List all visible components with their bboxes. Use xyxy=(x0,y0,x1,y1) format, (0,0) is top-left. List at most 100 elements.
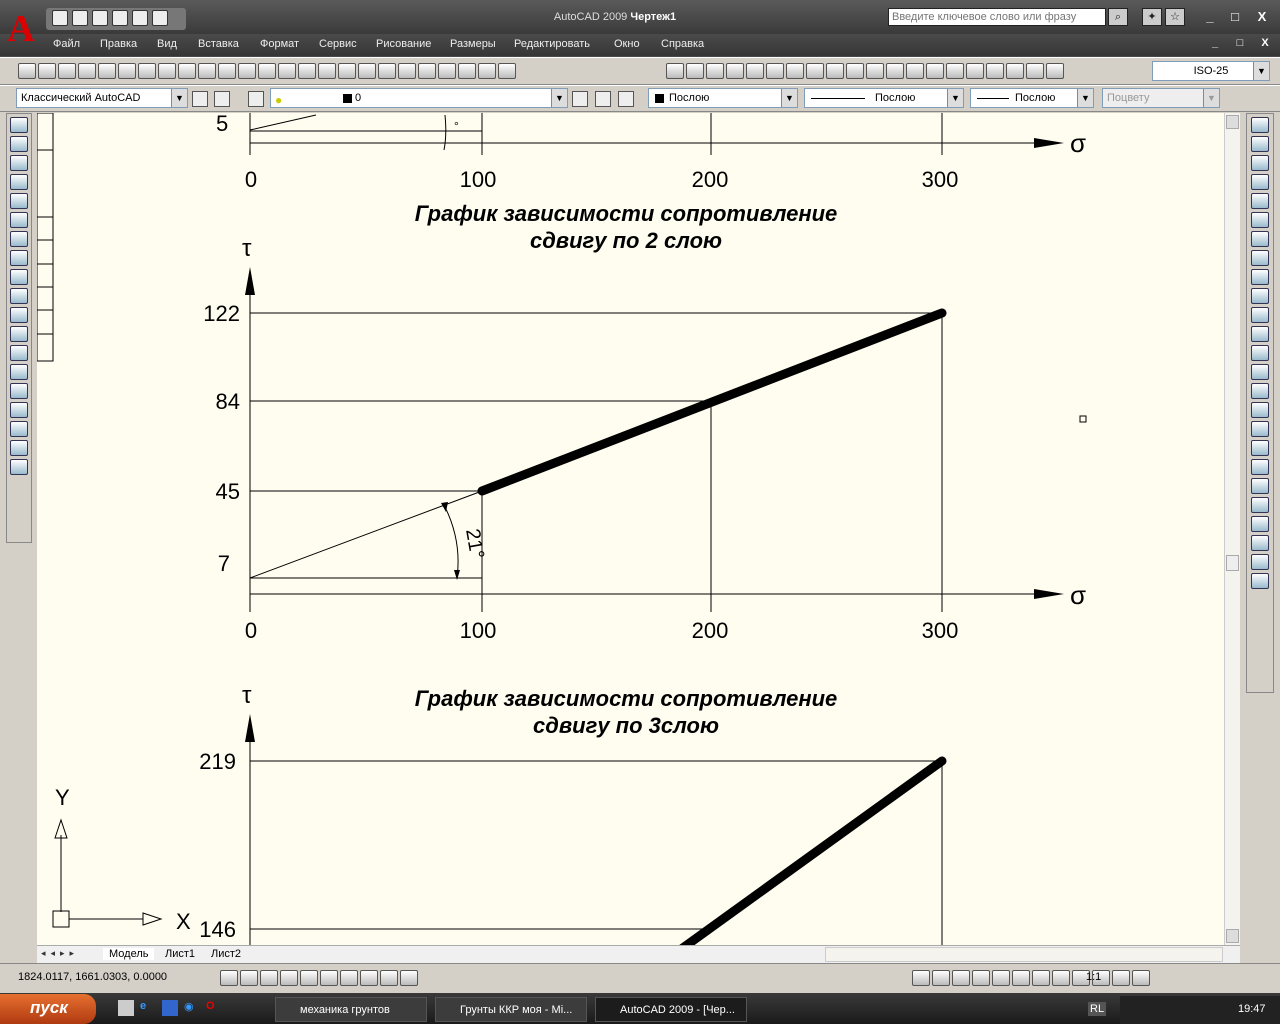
dim-break-icon[interactable] xyxy=(906,63,924,79)
draworder-front-icon[interactable] xyxy=(1251,440,1269,456)
model-icon[interactable] xyxy=(912,970,930,986)
pan-icon[interactable] xyxy=(952,970,970,986)
jogged-linear-icon[interactable] xyxy=(986,63,1004,79)
erase-icon[interactable] xyxy=(1251,117,1269,133)
otrack-icon[interactable] xyxy=(320,970,338,986)
paste-icon[interactable] xyxy=(198,63,216,79)
copy-object-icon[interactable] xyxy=(1251,136,1269,152)
task-autocad[interactable]: AutoCAD 2009 - [Чер... xyxy=(595,997,747,1022)
spline-icon[interactable] xyxy=(10,269,28,285)
menu-2[interactable]: Вид xyxy=(157,38,177,50)
explode-icon[interactable] xyxy=(1251,421,1269,437)
open-icon[interactable] xyxy=(38,63,56,79)
multileader-style-icon[interactable] xyxy=(1251,573,1269,589)
zoom-previous-icon[interactable] xyxy=(358,63,376,79)
cut-icon[interactable] xyxy=(158,63,176,79)
showmotion-icon[interactable] xyxy=(1012,970,1030,986)
layer-properties-icon[interactable] xyxy=(248,91,264,107)
plot-icon[interactable] xyxy=(118,63,136,79)
inspect-icon[interactable] xyxy=(966,63,984,79)
menu-3[interactable]: Вставка xyxy=(198,38,239,50)
dim-continue-icon[interactable] xyxy=(866,63,884,79)
calc-icon[interactable] xyxy=(478,63,496,79)
dimstyle-select[interactable]: ISO-25 ▼ xyxy=(1152,61,1270,81)
tolerance-icon[interactable] xyxy=(926,63,944,79)
tab-layout1[interactable]: Лист1 xyxy=(161,948,199,960)
annotation-scale[interactable]: 1:1 xyxy=(1086,971,1101,983)
tool-palettes-icon[interactable] xyxy=(418,63,436,79)
language-indicator[interactable]: RL xyxy=(1088,1002,1107,1016)
menu-10[interactable]: Справка xyxy=(661,38,704,50)
help-icon[interactable] xyxy=(498,63,516,79)
dim-update-icon[interactable] xyxy=(1046,63,1064,79)
polygon-icon[interactable] xyxy=(10,174,28,190)
join-icon[interactable] xyxy=(1251,364,1269,380)
dim-baseline-icon[interactable] xyxy=(846,63,864,79)
dim-style-icon[interactable] xyxy=(1251,535,1269,551)
point-icon[interactable] xyxy=(10,364,28,380)
gradient-icon[interactable] xyxy=(10,402,28,418)
menu-0[interactable]: Файл xyxy=(53,38,80,50)
make-block-icon[interactable] xyxy=(10,345,28,361)
search-icon[interactable]: ⌕ xyxy=(1108,8,1128,26)
dim-ordinate-icon[interactable] xyxy=(726,63,744,79)
offset-icon[interactable] xyxy=(1251,174,1269,190)
design-center-icon[interactable] xyxy=(398,63,416,79)
layer-select[interactable]: 0 ▼ ● xyxy=(270,88,568,108)
tab-model[interactable]: Модель xyxy=(103,948,155,960)
tab-layout2[interactable]: Лист2 xyxy=(207,948,245,960)
construction-line-icon[interactable] xyxy=(10,136,28,152)
menu-5[interactable]: Сервис xyxy=(319,38,357,50)
extend-icon[interactable] xyxy=(1251,307,1269,323)
annotation-scale-icon[interactable] xyxy=(1032,970,1050,986)
scroll-thumb[interactable] xyxy=(1226,555,1239,571)
scroll-down-button[interactable] xyxy=(1226,929,1239,943)
minimize-button[interactable]: _ xyxy=(1200,9,1220,24)
search-input[interactable] xyxy=(888,8,1106,26)
layout-icon[interactable] xyxy=(932,970,950,986)
table-icon[interactable] xyxy=(10,440,28,456)
table-style-icon[interactable] xyxy=(1251,554,1269,570)
markup-icon[interactable] xyxy=(458,63,476,79)
rectangle-icon[interactable] xyxy=(10,193,28,209)
doc-close-button[interactable]: X xyxy=(1255,37,1275,49)
steering-wheel-icon[interactable] xyxy=(992,970,1010,986)
ellipse-icon[interactable] xyxy=(10,288,28,304)
rotate-icon[interactable] xyxy=(1251,231,1269,247)
dim-text-edit-icon[interactable] xyxy=(1026,63,1044,79)
doc-minimize-button[interactable]: _ xyxy=(1205,37,1225,49)
dyn-icon[interactable] xyxy=(360,970,378,986)
array-icon[interactable] xyxy=(1251,193,1269,209)
zoom-window-icon[interactable] xyxy=(338,63,356,79)
line-icon[interactable] xyxy=(10,117,28,133)
task-word-document[interactable]: Грунты ККР моя - Mi... xyxy=(435,997,587,1022)
save-icon[interactable] xyxy=(58,63,76,79)
start-button[interactable]: пуск xyxy=(0,994,96,1024)
drawing-canvas[interactable]: 5 ° σ 0 100 200 300 График зависимости с… xyxy=(37,113,1240,945)
polyline-icon[interactable] xyxy=(10,155,28,171)
osnap-icon[interactable] xyxy=(300,970,318,986)
linetype-select[interactable]: Послою ▼ xyxy=(804,88,964,108)
mirror-icon[interactable] xyxy=(1251,155,1269,171)
scroll-up-button[interactable] xyxy=(1226,115,1239,129)
pan-icon[interactable] xyxy=(298,63,316,79)
maximize-button[interactable]: □ xyxy=(1225,9,1245,24)
properties-icon[interactable] xyxy=(378,63,396,79)
horizontal-scrollbar[interactable] xyxy=(825,947,1223,962)
menu-9[interactable]: Окно xyxy=(614,38,640,50)
match-icon[interactable] xyxy=(218,63,236,79)
qp-icon[interactable] xyxy=(400,970,418,986)
draworder-above-icon[interactable] xyxy=(1251,478,1269,494)
menu-7[interactable]: Размеры xyxy=(450,38,496,50)
dim-radius-icon[interactable] xyxy=(746,63,764,79)
desktop-icon[interactable] xyxy=(118,1000,134,1016)
show-desktop-icon[interactable] xyxy=(162,1000,178,1016)
mtext-icon[interactable] xyxy=(10,459,28,475)
lineweight-select[interactable]: Послою ▼ xyxy=(970,88,1094,108)
snap-icon[interactable] xyxy=(220,970,238,986)
lineweight-icon[interactable] xyxy=(380,970,398,986)
close-button[interactable]: X xyxy=(1252,9,1272,24)
qip-icon[interactable]: ◉ xyxy=(184,1000,200,1016)
workspace-select[interactable]: Классический AutoCAD ▼ xyxy=(16,88,188,108)
break-at-point-icon[interactable] xyxy=(1251,326,1269,342)
